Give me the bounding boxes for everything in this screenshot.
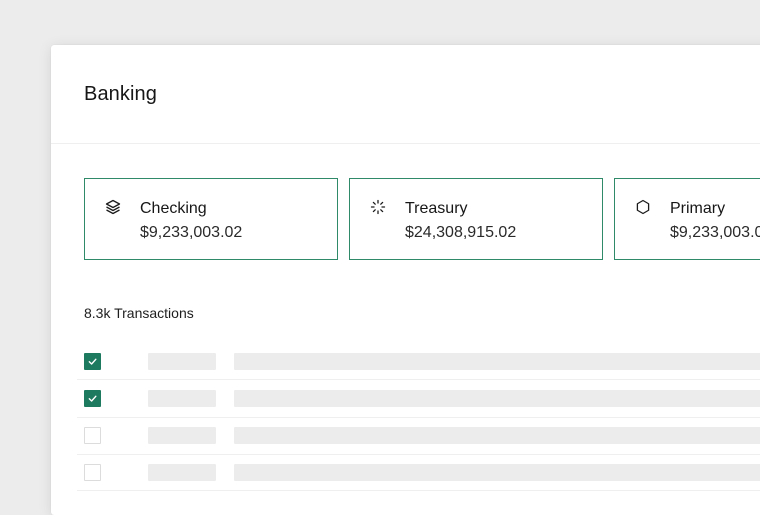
row-divider [77, 490, 760, 491]
loading-placeholder [234, 353, 760, 370]
account-card-primary[interactable]: Primary $9,233,003.02 [614, 178, 760, 260]
checkmark-icon [88, 358, 97, 365]
account-card-checking[interactable]: Checking $9,233,003.02 [84, 178, 338, 260]
layers-icon [104, 198, 122, 216]
row-checkbox[interactable] [84, 390, 101, 407]
loading-placeholder [148, 353, 216, 370]
banking-panel: Banking Checking $9,233,003.02 Treasury … [51, 45, 760, 515]
page-title: Banking [84, 83, 157, 105]
loading-placeholder [148, 427, 216, 444]
loading-placeholder [148, 390, 216, 407]
account-name: Checking [140, 200, 207, 217]
table-row[interactable] [51, 418, 760, 454]
row-checkbox[interactable] [84, 464, 101, 481]
loading-placeholder [234, 390, 760, 407]
account-card-treasury[interactable]: Treasury $24,308,915.02 [349, 178, 603, 260]
loading-placeholder [234, 427, 760, 444]
loading-spinner-icon [369, 198, 387, 216]
checkmark-icon [88, 395, 97, 402]
table-row[interactable] [51, 381, 760, 417]
account-name: Treasury [405, 200, 468, 217]
page-header: Banking [51, 45, 760, 144]
row-divider [77, 379, 760, 380]
account-name: Primary [670, 200, 726, 217]
account-balance: $24,308,915.02 [405, 224, 517, 241]
account-balance: $9,233,003.02 [140, 224, 243, 241]
transactions-heading: 8.3k Transactions [84, 305, 194, 321]
row-checkbox[interactable] [84, 353, 101, 370]
row-checkbox[interactable] [84, 427, 101, 444]
table-row[interactable] [51, 455, 760, 491]
loading-placeholder [148, 464, 216, 481]
hexagon-icon [634, 198, 652, 216]
account-balance: $9,233,003.02 [670, 224, 760, 241]
loading-placeholder [234, 464, 760, 481]
table-row[interactable] [51, 344, 760, 380]
